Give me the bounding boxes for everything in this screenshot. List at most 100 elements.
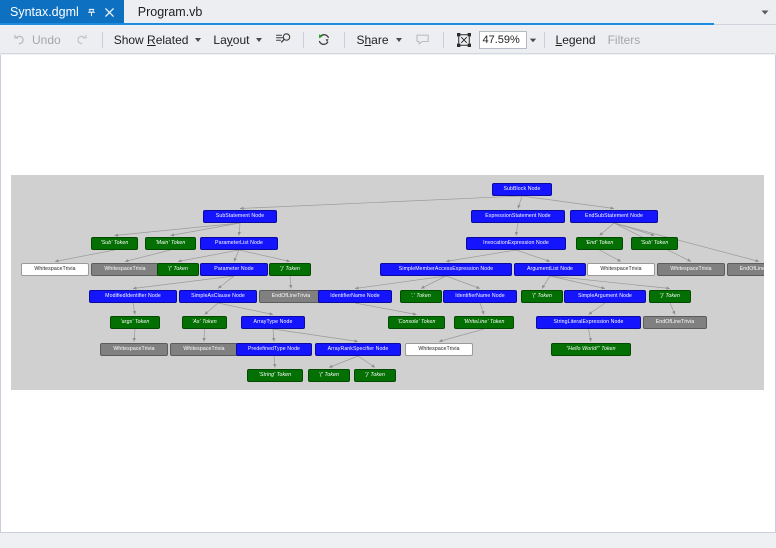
graph-node-predefinedtype[interactable]: PredefinedType Node [236, 343, 312, 356]
graph-node-invocation[interactable]: InvocationExpression Node [466, 237, 566, 250]
toolbar-separator [442, 31, 444, 48]
graph-node-as_token[interactable]: 'As' Token [182, 316, 227, 329]
graph-node-lparen_token[interactable]: '(' Token [157, 263, 199, 276]
graph-node-arglist[interactable]: ArgumentList Node [514, 263, 586, 276]
graph-node-rparen2_token[interactable]: ')' Token [649, 290, 691, 303]
graph-edge [114, 222, 241, 237]
graph-node-lparen3_token[interactable]: '(' Token [308, 369, 350, 382]
graph-node-string_token[interactable]: 'String' Token [247, 369, 303, 382]
graph-edge [445, 275, 481, 289]
zoom-dropdown-chevron-down-icon[interactable] [527, 31, 539, 49]
graph-edge [588, 328, 592, 342]
graph-edges [54, 195, 760, 368]
legend-button[interactable]: Legend [550, 29, 602, 51]
graph-node-eol2[interactable]: EndOfLineTrivia [259, 290, 323, 303]
fit-to-screen-icon [455, 31, 473, 49]
graph-edge [514, 222, 519, 236]
share-button[interactable]: Share [350, 29, 407, 51]
graph-node-eol3[interactable]: EndOfLineTrivia [643, 316, 707, 329]
graph-node-sub_token[interactable]: 'Sub' Token [91, 237, 138, 250]
graph-toolbar: Undo Show Related Layout Share 47.59% Le… [0, 26, 776, 54]
graph-edge [233, 249, 240, 262]
graph-node-endsubstmt[interactable]: EndSubStatement Node [570, 210, 658, 223]
pin-icon[interactable] [86, 7, 97, 18]
graph-node-modifiedident[interactable]: ModifiedIdentifier Node [89, 290, 177, 303]
graph-node-eol1[interactable]: EndOfLineTrivia [727, 263, 764, 276]
graph-edge [599, 249, 622, 262]
graph-node-parameter[interactable]: Parameter Node [200, 263, 268, 276]
graph-surface[interactable]: SubBlock Node SubStatement Node Expression… [11, 175, 764, 390]
graph-node-identname1[interactable]: IdentifierName Node [318, 290, 392, 303]
graph-node-rparen_token[interactable]: ')' Token [269, 263, 311, 276]
graph-node-label: EndOfLineTrivia [271, 293, 311, 299]
graph-node-dot_token[interactable]: '.' Token [400, 290, 442, 303]
graph-node-rparen3_token[interactable]: ')' Token [354, 369, 396, 382]
graph-node-label: ExpressionStatement Node [485, 213, 551, 219]
graph-node-exprstatement[interactable]: ExpressionStatement Node [471, 210, 565, 223]
undo-button[interactable]: Undo [4, 29, 67, 51]
graph-edge [204, 302, 219, 315]
graph-node-end_token[interactable]: 'End' Token [576, 237, 623, 250]
redo-button[interactable] [67, 29, 97, 51]
graph-node-ws3[interactable]: WhitespaceTrivia [587, 263, 655, 276]
graph-edge [354, 275, 447, 290]
graph-node-ws6[interactable]: WhitespaceTrivia [170, 343, 238, 356]
graph-node-console_token[interactable]: 'Console' Token [388, 316, 445, 329]
graph-node-label: WhitespaceTrivia [183, 346, 225, 352]
chevron-down-icon [256, 37, 263, 42]
graph-node-arrayrank[interactable]: ArrayRankSpecifier Node [315, 343, 401, 356]
refresh-button[interactable] [309, 29, 339, 51]
graph-edge [438, 328, 485, 343]
filters-button[interactable]: Filters [602, 29, 647, 51]
graph-node-label: StringLiteralExpression Node [553, 319, 624, 325]
graph-edge [272, 328, 276, 342]
graph-node-memberaccess[interactable]: SimpleMemberAccessExpression Node [380, 263, 512, 276]
analyze-button[interactable] [268, 29, 298, 51]
zoom-level-input[interactable]: 47.59% [478, 30, 527, 49]
graph-edge [54, 249, 115, 263]
graph-node-ws4[interactable]: WhitespaceTrivia [657, 263, 725, 276]
close-icon[interactable] [104, 7, 115, 18]
graph-node-ws1[interactable]: WhitespaceTrivia [21, 263, 89, 276]
graph-node-lparen2_token[interactable]: '(' Token [521, 290, 563, 303]
tab-program-vb[interactable]: Program.vb [124, 0, 212, 24]
graph-node-identname2[interactable]: IdentifierName Node [443, 290, 517, 303]
graph-node-label: '(' Token [168, 266, 188, 272]
comment-icon [414, 31, 432, 49]
graph-node-ws5[interactable]: WhitespaceTrivia [100, 343, 168, 356]
layout-label: Layout [213, 32, 250, 47]
graph-edge [272, 328, 359, 343]
graph-document-canvas[interactable]: SubBlock Node SubStatement Node Expression… [0, 55, 776, 533]
graph-node-args_token[interactable]: 'args' Token [110, 316, 160, 329]
chevron-down-icon[interactable] [754, 0, 776, 24]
graph-node-main_token[interactable]: 'Main' Token [145, 237, 196, 250]
graph-node-label: 'args' Token [120, 319, 150, 325]
graph-node-arraytype[interactable]: ArrayType Node [241, 316, 305, 329]
graph-node-label: EndOfLineTrivia [655, 319, 695, 325]
graph-node-paramlist[interactable]: ParameterList Node [200, 237, 278, 250]
graph-edge [517, 195, 523, 209]
graph-edge [357, 355, 376, 368]
tab-syntax-dgml[interactable]: Syntax.dgml [0, 0, 124, 24]
graph-edge [170, 222, 241, 237]
graph-node-strlitexpr[interactable]: StringLiteralExpression Node [536, 316, 641, 329]
graph-edge [132, 302, 137, 315]
graph-node-hello_token[interactable]: "Hello World!" Token [551, 343, 631, 356]
graph-node-writeline_token[interactable]: 'WriteLine' Token [454, 316, 514, 329]
graph-node-subblock[interactable]: SubBlock Node [492, 183, 552, 196]
graph-edge [289, 275, 293, 289]
layout-button[interactable]: Layout [207, 29, 268, 51]
graph-node-ws7[interactable]: WhitespaceTrivia [405, 343, 473, 356]
graph-node-label: ParameterList Node [215, 240, 263, 246]
toolbar-separator [344, 31, 346, 48]
graph-node-label: 'End' Token [585, 240, 614, 246]
graph-node-substatement[interactable]: SubStatement Node [203, 210, 277, 223]
fit-to-screen-button[interactable] [449, 29, 479, 51]
graph-node-simpleargument[interactable]: SimpleArgument Node [564, 290, 646, 303]
graph-node-ws2[interactable]: WhitespaceTrivia [91, 263, 159, 276]
graph-node-simpleasclause[interactable]: SimpleAsClause Node [179, 290, 257, 303]
comment-button[interactable] [408, 29, 438, 51]
graph-node-label: 'WriteLine' Token [463, 319, 505, 325]
graph-node-sub_token2[interactable]: 'Sub' Token [631, 237, 678, 250]
show-related-button[interactable]: Show Related [108, 29, 208, 51]
